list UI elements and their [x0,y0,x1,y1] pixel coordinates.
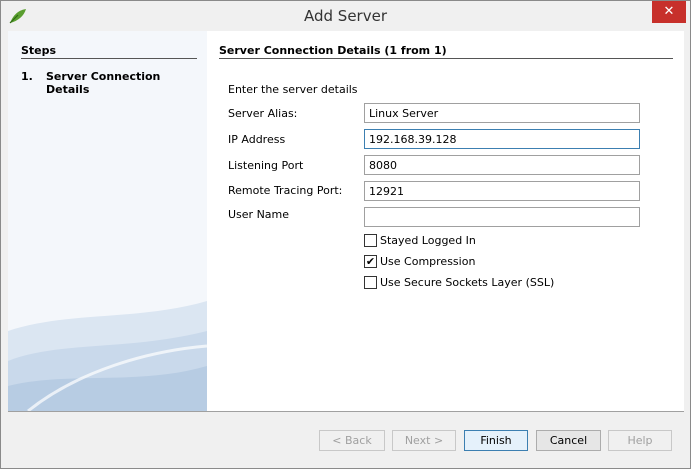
cancel-button[interactable]: Cancel [536,430,601,451]
listening-port-input[interactable] [364,155,640,175]
use-ssl-checkbox[interactable] [364,276,377,289]
listening-port-label: Listening Port [228,159,304,172]
section-title: Server Connection Details (1 from 1) [219,44,447,57]
steps-title: Steps [21,44,57,57]
stayed-logged-in-label[interactable]: Stayed Logged In [380,234,476,247]
remote-tracing-port-input[interactable] [364,181,640,201]
server-alias-input[interactable] [364,103,640,123]
server-alias-label: Server Alias: [228,107,298,120]
finish-button[interactable]: Finish [464,430,528,451]
close-button[interactable]: ✕ [652,1,686,23]
next-button[interactable]: Next > [392,430,456,451]
ip-address-input[interactable] [364,129,640,149]
stayed-logged-in-checkbox[interactable] [364,234,377,247]
user-name-label: User Name [228,208,290,221]
help-button[interactable]: Help [608,430,672,451]
use-ssl-label[interactable]: Use Secure Sockets Layer (SSL) [380,276,554,289]
step-number: 1. [21,70,33,83]
step-label: Server Connection Details [46,70,161,96]
section-divider [219,58,673,59]
use-compression-label[interactable]: Use Compression [380,255,475,268]
footer-divider [8,411,684,412]
user-name-input[interactable] [364,207,640,227]
window-title: Add Server [304,7,387,25]
add-server-dialog: Add Server ✕ Steps 1. Server Connection … [0,0,691,469]
steps-divider [21,58,197,59]
intro-text: Enter the server details [228,83,358,96]
remote-tracing-port-label: Remote Tracing Port: [228,184,343,197]
ip-address-label: IP Address [228,133,286,146]
dialog-content: Steps 1. Server Connection Details Serve… [8,31,684,411]
back-button[interactable]: < Back [319,430,385,451]
decorative-swoosh-graphic [8,301,207,411]
use-compression-checkbox[interactable]: ✔ [364,255,377,268]
steps-panel: Steps 1. Server Connection Details [8,31,207,411]
title-bar: Add Server ✕ [1,1,690,31]
